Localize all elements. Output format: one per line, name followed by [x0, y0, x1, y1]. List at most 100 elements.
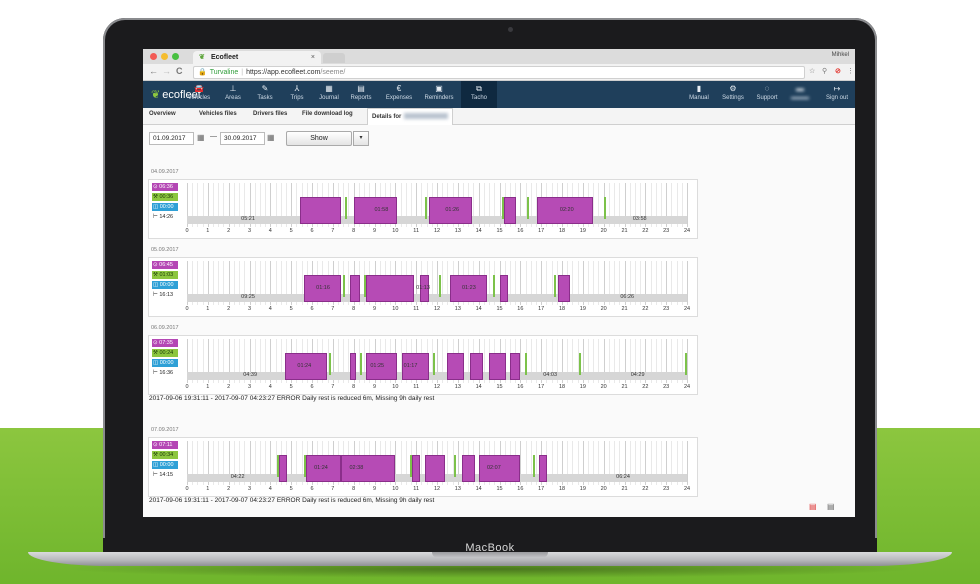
total-driving-label: ⊙ 07:35	[152, 339, 178, 347]
browser-menu-icon[interactable]: ⋮	[847, 67, 854, 75]
nav-journal[interactable]: ▦ Journal	[311, 83, 347, 101]
driving-duration-label: 01:13	[416, 285, 430, 291]
total-rest-value: 16:36	[159, 370, 174, 376]
nav-label: Support	[756, 95, 778, 101]
total-work-label: ⚒ 00:34	[152, 451, 178, 459]
day-activity-chart[interactable]: ⊙ 07:11 ⚒ 00:34 ◫ 00:00 ⊢ 14:15 01:24 02:38 02…	[148, 437, 698, 497]
work-icon: ⚒	[153, 272, 158, 278]
timeline: 01:58 01:26 02:20 05:21 03:58	[187, 183, 688, 227]
tab-file-download-log[interactable]: File download log	[302, 111, 353, 117]
tacho-subtabs: Overview Vehicles files Drivers files Fi…	[143, 108, 855, 125]
back-arrow-icon[interactable]: ←	[149, 66, 158, 76]
nav-areas[interactable]: ⊥ Areas	[215, 83, 251, 101]
hour-tick-label: 15	[496, 486, 503, 492]
minimize-window-button[interactable]	[161, 53, 168, 60]
date-from-field[interactable]: 01.09.2017	[149, 132, 194, 145]
hour-tick-label: 13	[454, 306, 461, 312]
hour-tick-label: 1	[206, 228, 210, 234]
zoom-window-button[interactable]	[172, 53, 179, 60]
document-export-icon[interactable]: ▤	[827, 502, 835, 511]
calendar-to-icon[interactable]: ▦	[267, 133, 275, 142]
nav-manual[interactable]: ▮ Manual	[681, 83, 717, 101]
browser-user-name[interactable]: Mihkel	[832, 52, 849, 58]
driving-duration-label: 01:23	[462, 285, 476, 291]
nav-reports[interactable]: ▤ Reports	[343, 83, 379, 101]
day-date-label: 06.09.2017	[151, 325, 179, 331]
camera-dot	[508, 27, 513, 32]
block-extension-icon[interactable]: ⊘	[835, 67, 841, 75]
daily-rest-error-message: 2017-09-06 19:31:11 - 2017-09-07 04:23:2…	[149, 395, 435, 402]
day-activity-chart[interactable]: ⊙ 07:35 ⚒ 00:24 ◫ 00:00 ⊢ 16:36 01:24 01:25 01…	[148, 335, 698, 395]
driving-segment	[278, 455, 287, 482]
rest-icon: ⊢	[153, 214, 158, 220]
nav-sign-out[interactable]: ↦ Sign out	[819, 83, 855, 101]
url-field[interactable]: 🔒 Turvaline | https://app.ecofleet.com/seem…	[193, 66, 805, 79]
show-options-caret-icon[interactable]: ▾	[353, 131, 369, 146]
tab-overview[interactable]: Overview	[149, 111, 176, 117]
nav-reminders[interactable]: ▣ Reminders	[421, 83, 457, 101]
hour-tick-label: 3	[247, 228, 252, 234]
hour-tick-label: 19	[579, 486, 586, 492]
bookmark-star-icon[interactable]: ☆	[809, 67, 815, 75]
hour-tick-label: 16	[517, 228, 524, 234]
close-window-button[interactable]	[150, 53, 157, 60]
hour-tick-label: 4	[268, 228, 272, 234]
extension-icon[interactable]: ⚲	[822, 67, 827, 75]
nav-trips[interactable]: ⅄ Trips	[279, 83, 315, 101]
nav-vehicles[interactable]: 🚘 Vehicles	[181, 83, 217, 101]
driving-duration-label: 02:20	[559, 207, 574, 213]
hour-tick-label: 1	[206, 486, 210, 492]
total-work-label: ⚒ 01:03	[152, 271, 178, 279]
driving-segment	[424, 455, 446, 482]
date-range-separator: —	[210, 133, 217, 140]
nav-tasks[interactable]: ✎ Tasks	[247, 83, 283, 101]
total-work-value: 00:24	[159, 350, 174, 356]
nav-tacho[interactable]: ⧉ Tacho	[461, 81, 497, 108]
nav-expenses[interactable]: € Expenses	[381, 83, 417, 101]
day-activity-chart[interactable]: ⊙ 06:36 ⚒ 00:36 ◫ 00:00 ⊢ 14:26 01:58 01:26 02…	[148, 179, 698, 239]
account-name-redacted[interactable]: ▬ ▬▬▬	[783, 83, 817, 101]
work-segment	[684, 353, 687, 375]
day-activity-chart[interactable]: ⊙ 06:45 ⚒ 01:03 ◫ 00:00 ⊢ 16:13 01:16 01:13 01…	[148, 257, 698, 317]
available-icon: ◫	[153, 360, 159, 366]
hour-tick-label: 19	[579, 228, 586, 234]
work-segment	[578, 353, 581, 375]
nav-settings[interactable]: ⚙ Settings	[715, 83, 751, 101]
rest-duration-label: 04:03	[543, 372, 558, 378]
new-tab-button[interactable]	[323, 53, 345, 63]
tab-details-for[interactable]: Details for	[367, 108, 454, 125]
nav-label: Settings	[722, 95, 744, 101]
forward-arrow-icon[interactable]: →	[162, 66, 171, 76]
total-available-label: ◫ 00:00	[152, 359, 178, 367]
hour-tick-label: 5	[289, 306, 293, 312]
tab-drivers-files[interactable]: Drivers files	[253, 111, 287, 117]
tab-vehicles-files[interactable]: Vehicles files	[199, 111, 237, 117]
tab-close-icon[interactable]: ×	[311, 51, 315, 64]
timeline-gridline	[687, 183, 688, 227]
hour-tick-label: 1	[206, 306, 210, 312]
available-icon: ◫	[153, 204, 159, 210]
hour-tick-label: 0	[185, 306, 189, 312]
url-host: https://app.ecofleet.com	[246, 69, 321, 76]
hour-tick-label: 20	[600, 486, 607, 492]
hour-tick-label: 7	[331, 228, 335, 234]
date-to-field[interactable]: 30.09.2017	[220, 132, 265, 145]
driving-segment	[366, 275, 415, 302]
show-button[interactable]: Show	[286, 131, 352, 146]
nav-vehicles-icon: 🚘	[194, 84, 204, 93]
available-icon: ◫	[153, 282, 159, 288]
pdf-export-icon[interactable]: ▤	[809, 502, 817, 511]
work-segment	[432, 353, 435, 375]
hour-tick-label: 17	[538, 228, 545, 234]
browser-tab[interactable]: ❦ Ecofleet ×	[193, 51, 321, 64]
work-segment	[553, 275, 556, 297]
ecofleet-favicon-icon: ❦	[199, 54, 205, 61]
hour-tick-label: 23	[663, 486, 670, 492]
calendar-from-icon[interactable]: ▦	[197, 133, 205, 142]
hour-tick-label: 1	[206, 384, 210, 390]
hour-tick-label: 16	[517, 306, 524, 312]
driving-icon: ⊙	[153, 442, 158, 448]
total-driving-label: ⊙ 07:11	[152, 441, 178, 449]
reload-icon[interactable]: C	[176, 66, 183, 76]
nav-support[interactable]: ◌ Support	[749, 83, 785, 101]
